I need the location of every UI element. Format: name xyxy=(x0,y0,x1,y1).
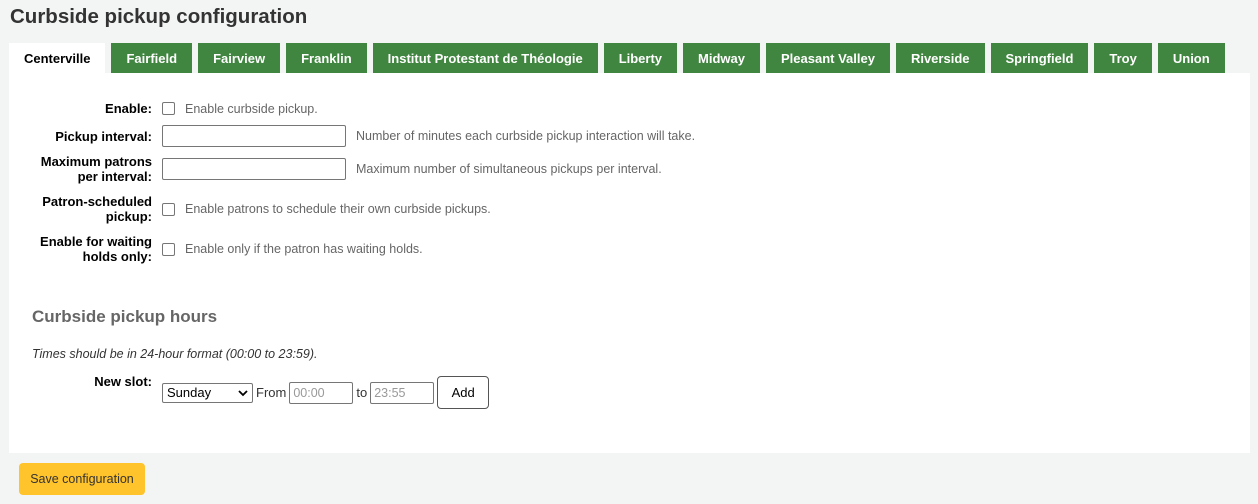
max-patrons-input[interactable] xyxy=(162,158,346,180)
patron-scheduled-hint: Enable patrons to schedule their own cur… xyxy=(185,202,491,216)
waiting-holds-label-line2: holds only: xyxy=(82,249,152,264)
time-format-note: Times should be in 24-hour format (00:00… xyxy=(32,347,318,361)
patron-scheduled-row: Patron-scheduled pickup: Enable patrons … xyxy=(9,194,491,224)
tab-midway[interactable]: Midway xyxy=(683,43,760,73)
save-configuration-button[interactable]: Save configuration xyxy=(19,463,145,495)
max-patrons-hint: Maximum number of simultaneous pickups p… xyxy=(356,162,662,176)
tab-fairfield[interactable]: Fairfield xyxy=(111,43,193,73)
patron-scheduled-checkbox[interactable] xyxy=(162,202,175,216)
tab-centerville[interactable]: Centerville xyxy=(9,43,106,73)
enable-checkbox[interactable] xyxy=(162,102,175,115)
tab-springfield[interactable]: Springfield xyxy=(990,43,1089,73)
tab-troy[interactable]: Troy xyxy=(1094,43,1152,73)
tab-franklin[interactable]: Franklin xyxy=(286,43,367,73)
tab-riverside[interactable]: Riverside xyxy=(895,43,985,73)
patron-scheduled-label: Patron-scheduled pickup: xyxy=(9,194,152,224)
patron-scheduled-label-line1: Patron-scheduled xyxy=(42,194,152,209)
patron-scheduled-label-line2: pickup: xyxy=(105,209,152,224)
to-time-input[interactable]: 23:55 xyxy=(370,381,435,404)
tab-fairview[interactable]: Fairview xyxy=(198,43,281,73)
tab-panel-centerville: Enable: Enable curbside pickup. Pickup i… xyxy=(9,73,1250,453)
day-select[interactable]: Sunday xyxy=(162,382,253,403)
waiting-holds-hint: Enable only if the patron has waiting ho… xyxy=(185,242,423,256)
to-label: to xyxy=(356,385,368,400)
new-slot-row: New slot: Sunday From 00:00 to 23:55 Add xyxy=(9,374,490,409)
waiting-holds-checkbox[interactable] xyxy=(162,242,175,256)
add-slot-button[interactable]: Add xyxy=(437,376,490,409)
new-slot-label: New slot: xyxy=(94,374,152,389)
enable-label: Enable: xyxy=(105,101,152,116)
max-patrons-label-line2: per interval: xyxy=(77,169,152,184)
tab-pleasant-valley[interactable]: Pleasant Valley xyxy=(766,43,890,73)
max-patrons-row: Maximum patrons per interval: Maximum nu… xyxy=(9,154,662,184)
enable-hint: Enable curbside pickup. xyxy=(185,101,318,116)
pickup-hours-heading: Curbside pickup hours xyxy=(32,307,218,326)
pickup-interval-hint: Number of minutes each curbside pickup i… xyxy=(356,129,696,143)
pickup-interval-row: Pickup interval: Number of minutes each … xyxy=(9,125,695,147)
day-select-value: Sunday xyxy=(167,385,212,400)
tab-institut-protestant[interactable]: Institut Protestant de Théologie xyxy=(372,43,598,73)
max-patrons-label-line1: Maximum patrons xyxy=(40,154,152,169)
tab-union[interactable]: Union xyxy=(1157,43,1225,73)
waiting-holds-label-line1: Enable for waiting xyxy=(40,234,152,249)
enable-row: Enable: Enable curbside pickup. xyxy=(9,101,318,116)
waiting-holds-row: Enable for waiting holds only: Enable on… xyxy=(9,234,423,264)
page-title: Curbside pickup configuration xyxy=(10,5,308,28)
max-patrons-label: Maximum patrons per interval: xyxy=(9,154,152,184)
chevron-down-icon xyxy=(238,385,248,400)
library-tabs: Centerville Fairfield Fairview Franklin … xyxy=(9,43,1225,73)
from-time-input[interactable]: 00:00 xyxy=(289,381,354,404)
waiting-holds-label: Enable for waiting holds only: xyxy=(9,234,152,264)
pickup-interval-label: Pickup interval: xyxy=(55,128,152,144)
tab-liberty[interactable]: Liberty xyxy=(603,43,678,73)
pickup-interval-input[interactable] xyxy=(162,125,346,147)
from-label: From xyxy=(256,385,287,400)
